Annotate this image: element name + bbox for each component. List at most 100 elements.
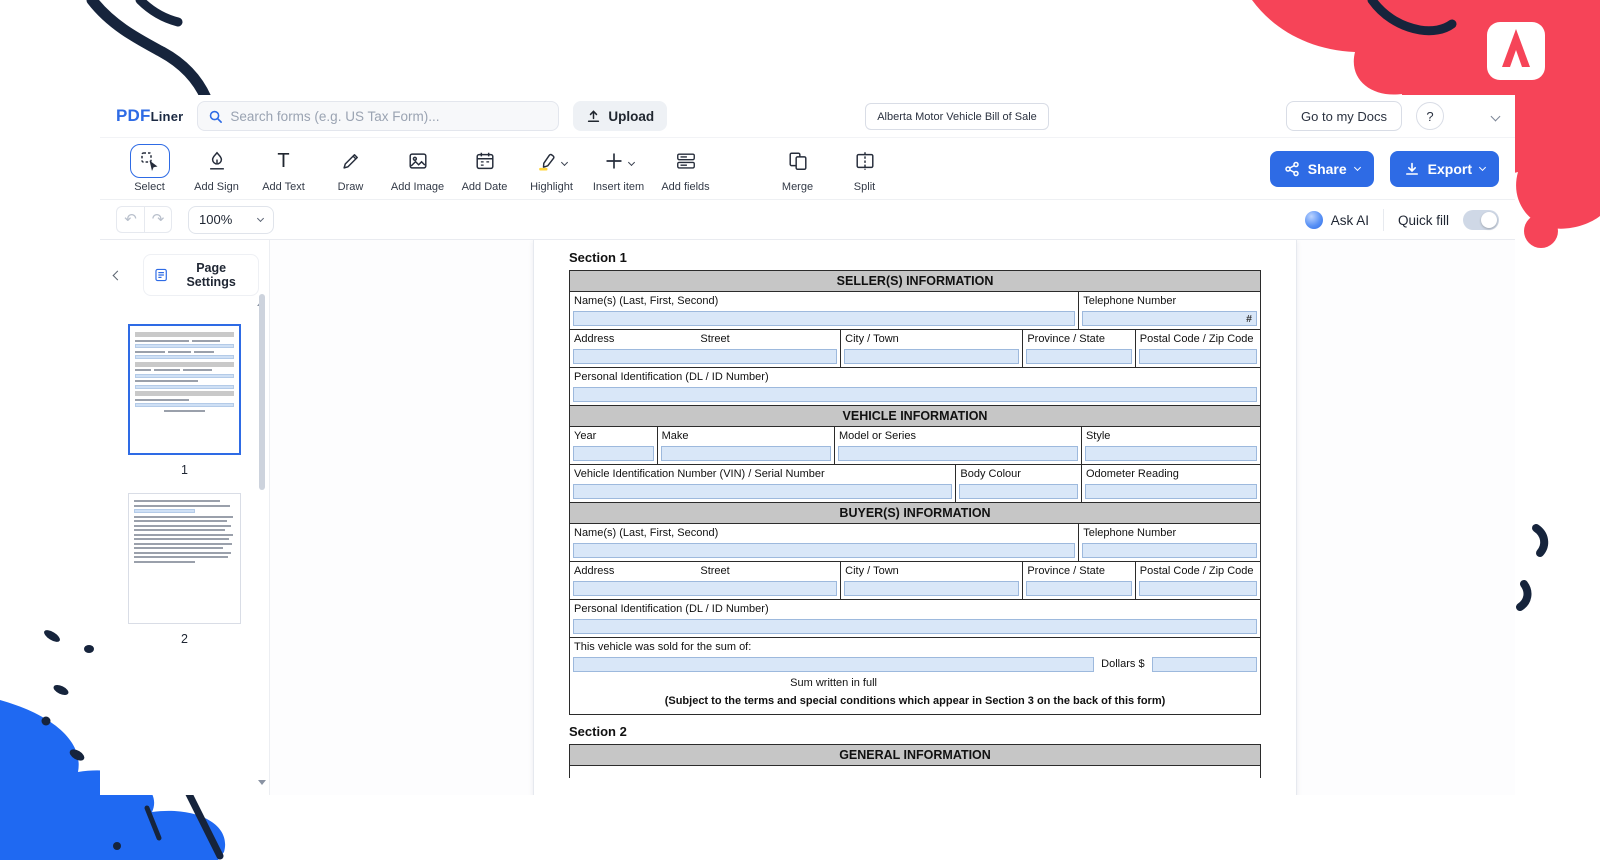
page-settings-label: Page Settings [174, 261, 248, 289]
seller-name-label: Name(s) (Last, First, Second) [570, 293, 1078, 308]
tool-highlight[interactable]: Highlight [518, 144, 585, 193]
dollars-amount-field[interactable] [1152, 657, 1257, 672]
phone-format-hint: # [1246, 313, 1252, 325]
terms-note: (Subject to the terms and special condit… [570, 690, 1260, 714]
tool-add-image[interactable]: Add Image [384, 144, 451, 193]
buyer-address-field[interactable] [573, 581, 837, 596]
seller-address-field[interactable] [573, 349, 837, 364]
tool-add-fields[interactable]: Add fields [652, 144, 719, 193]
quick-fill-toggle[interactable] [1463, 210, 1499, 230]
sold-for-sum-label: This vehicle was sold for the sum of: [570, 639, 1260, 654]
page-thumbnail-1[interactable] [128, 324, 241, 455]
vehicle-model-field[interactable] [838, 446, 1078, 461]
undo-button[interactable]: ↶ [116, 206, 144, 233]
buyer-id-field[interactable] [573, 619, 1257, 634]
pdfliner-logo[interactable]: PDFLiner [116, 106, 183, 126]
collapse-panel-chevron-icon[interactable] [110, 262, 125, 288]
search-icon [208, 109, 223, 124]
vehicle-odometer-field[interactable] [1085, 484, 1257, 499]
seller-address-row: AddressStreet City / Town Province / Sta… [570, 330, 1260, 368]
vehicle-year-label: Year [570, 428, 657, 443]
tool-split[interactable]: Split [831, 144, 898, 193]
pages-panel: Page Settings [100, 240, 270, 795]
page-number-1: 1 [181, 463, 188, 477]
pdfliner-app: PDFLiner Upload Go to my Docs ? Select [100, 95, 1515, 795]
redo-button[interactable]: ↷ [144, 206, 172, 233]
zoom-control[interactable]: 100% [188, 206, 274, 234]
seller-phone-field[interactable]: # [1082, 311, 1257, 326]
seller-id-row: Personal Identification (DL / ID Number) [570, 368, 1260, 406]
tool-merge[interactable]: Merge [764, 144, 831, 193]
seller-id-field[interactable] [573, 387, 1257, 402]
help-button[interactable]: ? [1416, 102, 1444, 130]
toolbar-actions: Share Export [1270, 151, 1499, 187]
buyer-province-label: Province / State [1023, 563, 1134, 578]
share-button[interactable]: Share [1270, 151, 1374, 187]
vehicle-colour-label: Body Colour [956, 466, 1081, 481]
tool-draw[interactable]: Draw [317, 144, 384, 193]
tool-add-sign[interactable]: Add Sign [183, 144, 250, 193]
tool-label: Select [134, 181, 165, 193]
pages-panel-header: Page Settings [100, 240, 269, 300]
zoom-value: 100% [199, 212, 232, 227]
upload-icon [586, 109, 601, 124]
sale-sum-block: This vehicle was sold for the sum of: Do… [570, 638, 1260, 714]
tool-insert-item[interactable]: Insert item [585, 144, 652, 193]
clipped-row [570, 766, 1260, 778]
header-menu-chevron-icon[interactable] [1492, 107, 1499, 125]
buyer-phone-field[interactable] [1082, 543, 1257, 558]
buyer-name-field[interactable] [573, 543, 1075, 558]
buyer-id-label: Personal Identification (DL / ID Number) [570, 601, 1260, 616]
page-settings-icon [154, 267, 168, 283]
sum-written-caption: Sum written in full [570, 675, 1097, 690]
highlight-chevron-icon[interactable] [562, 152, 567, 170]
buyer-province-field[interactable] [1026, 581, 1131, 596]
vehicle-year-field[interactable] [573, 446, 654, 461]
buyer-city-label: City / Town [841, 563, 1022, 578]
vehicle-vin-row: Vehicle Identification Number (VIN) / Se… [570, 465, 1260, 503]
logo-pdf-text: PDF [116, 106, 151, 125]
seller-phone-label: Telephone Number [1079, 293, 1260, 308]
seller-name-field[interactable] [573, 311, 1075, 326]
export-button[interactable]: Export [1390, 151, 1499, 187]
tool-add-text[interactable]: T Add Text [250, 144, 317, 193]
share-label: Share [1308, 161, 1347, 177]
page-settings-button[interactable]: Page Settings [143, 254, 259, 296]
top-bar: PDFLiner Upload Go to my Docs ? [100, 95, 1515, 138]
tool-add-date[interactable]: Add Date [451, 144, 518, 193]
upload-label: Upload [608, 109, 654, 124]
navy-mark-right-2 [1520, 584, 1527, 607]
vehicle-vin-field[interactable] [573, 484, 952, 499]
ask-ai-icon [1305, 211, 1323, 229]
navy-dot-2 [42, 717, 51, 726]
document-title-input[interactable] [865, 103, 1049, 130]
buyer-postal-field[interactable] [1139, 581, 1257, 596]
seller-city-field[interactable] [844, 349, 1019, 364]
select-cursor-icon [139, 150, 161, 172]
page-thumbnail-2[interactable] [128, 493, 241, 624]
tool-label: Draw [338, 181, 364, 193]
tool-select[interactable]: Select [116, 144, 183, 193]
panel-scrollbar[interactable] [257, 284, 267, 785]
go-to-my-docs-button[interactable]: Go to my Docs [1286, 101, 1402, 131]
buyer-city-field[interactable] [844, 581, 1019, 596]
vehicle-make-field[interactable] [661, 446, 831, 461]
vehicle-style-field[interactable] [1085, 446, 1257, 461]
sub-toolbar: ↶ ↷ 100% Ask AI Quick fill [100, 200, 1515, 240]
search-input[interactable] [230, 109, 548, 124]
tool-label: Split [854, 181, 875, 193]
sum-written-field[interactable] [573, 657, 1094, 672]
seller-postal-field[interactable] [1139, 349, 1257, 364]
insert-item-chevron-icon[interactable] [629, 152, 634, 170]
tool-label: Add fields [661, 181, 709, 193]
ask-ai-button[interactable]: Ask AI [1305, 211, 1369, 229]
vehicle-colour-field[interactable] [959, 484, 1078, 499]
scrollbar-thumb[interactable] [259, 294, 265, 490]
vehicle-make-label: Make [658, 428, 834, 443]
highlighter-icon [536, 150, 558, 172]
page2-thumbnail-preview [129, 494, 240, 569]
navy-mark-right-1 [1536, 528, 1544, 553]
upload-button[interactable]: Upload [573, 101, 667, 131]
seller-province-field[interactable] [1026, 349, 1131, 364]
scroll-down-arrow-icon[interactable] [258, 780, 266, 785]
